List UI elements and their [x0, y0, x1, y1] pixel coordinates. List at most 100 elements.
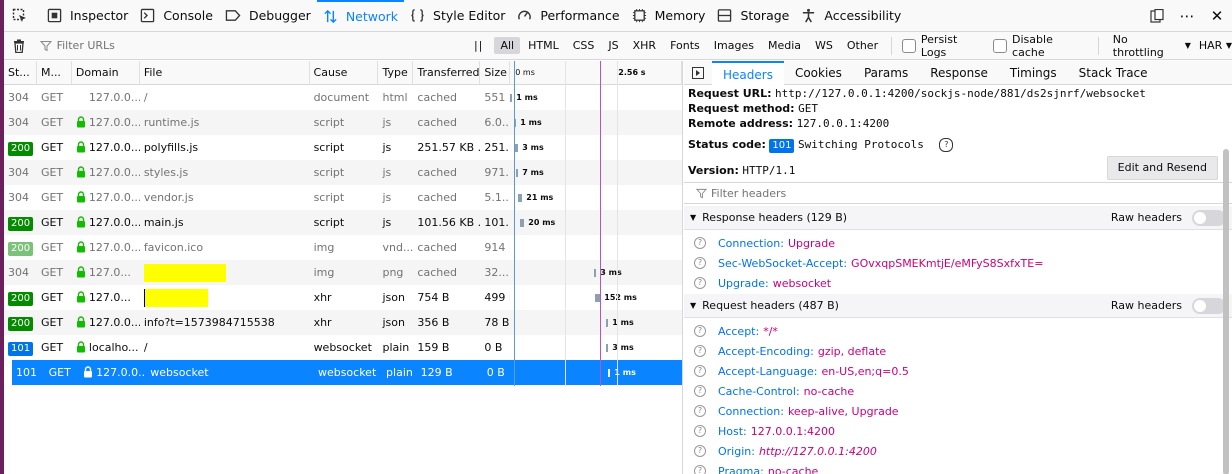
filter-type-images[interactable]: Images — [708, 37, 760, 54]
request-row[interactable]: 304 GET 127.0.0... vendor.js script js cached 5… — [4, 185, 682, 210]
waterfall-gridline — [565, 61, 566, 386]
filter-urls-input[interactable]: Filter URLs — [34, 35, 464, 57]
help-icon[interactable]: ? — [694, 425, 706, 437]
help-icon[interactable]: ? — [694, 465, 706, 474]
filter-headers-input[interactable]: Filter headers — [684, 182, 1232, 204]
persist-logs-checkbox[interactable]: Persist Logs — [902, 33, 985, 59]
transferred-cell-text: 129 B — [420, 366, 453, 379]
header-row[interactable]: ? Origin: http://127.0.0.1:4200 — [694, 441, 877, 461]
header-row[interactable]: ? Accept: */* — [694, 321, 778, 341]
clear-requests-button[interactable] — [4, 39, 34, 53]
request-row[interactable]: 200 GET 127.0.0... polyfills.js script js 251.… — [4, 135, 682, 160]
method-cell: GET — [37, 260, 72, 285]
help-icon[interactable]: ? — [694, 445, 706, 457]
tab-storage[interactable]: Storage — [711, 0, 795, 32]
filter-type-js[interactable]: JS — [602, 37, 624, 54]
header-row[interactable]: ? Host: 127.0.0.1:4200 — [694, 421, 835, 441]
help-icon[interactable]: ? — [694, 365, 706, 377]
details-tab-params[interactable]: Params — [853, 61, 919, 85]
request-url-label: Request URL: — [688, 87, 772, 100]
scrollbar-thumb[interactable] — [1223, 149, 1229, 474]
status-code-line: Status code: 101 Switching Protocols ? — [684, 136, 1232, 154]
pause-icon[interactable]: || — [464, 39, 494, 52]
header-row[interactable]: ? Sec-WebSocket-Accept: GOvxqpSMEKmtjE/eMF… — [694, 253, 1043, 273]
request-row[interactable]: 304 GET 127.0.0.../ document html cached 551 B… — [4, 85, 682, 110]
throttling-select[interactable]: No throttling ▼ — [1113, 33, 1191, 59]
column-header[interactable]: Type — [378, 61, 414, 85]
header-row[interactable]: ? Pragma: no-cache — [694, 461, 818, 474]
cause-cell: script — [310, 210, 379, 235]
help-icon[interactable]: ? — [694, 237, 706, 249]
method-cell: GET — [37, 185, 72, 210]
size-cell-text: 0 B — [484, 341, 503, 354]
help-icon[interactable]: ? — [694, 257, 706, 269]
help-icon[interactable]: ? — [694, 385, 706, 397]
request-row[interactable]: 200 GET 127.0... xhr json 754 B 499 B 152 ms — [4, 285, 682, 310]
close-icon[interactable]: ✕ — [1202, 7, 1232, 25]
details-tab-cookies[interactable]: Cookies — [784, 61, 853, 85]
header-row[interactable]: ? Connection: Upgrade — [694, 233, 835, 253]
header-row[interactable]: ? Connection: keep-alive, Upgrade — [694, 401, 899, 421]
help-icon[interactable]: ? — [694, 345, 706, 357]
request-headers-section[interactable]: ▼ Request headers (487 B) Raw headers — [684, 294, 1232, 318]
details-tab-headers[interactable]: Headers — [712, 61, 784, 85]
tab-style-editor[interactable]: Style Editor — [404, 0, 511, 32]
scrollbar[interactable] — [1220, 147, 1232, 474]
header-row[interactable]: ? Cache-Control: no-cache — [694, 381, 854, 401]
filter-type-other[interactable]: Other — [841, 37, 884, 54]
help-icon[interactable]: ? — [694, 277, 706, 289]
column-header[interactable]: St... — [4, 61, 37, 85]
tab-memory[interactable]: Memory — [626, 0, 712, 32]
request-row[interactable]: 200 GET 127.0.0... info?t=1573984715538 xhr j… — [4, 310, 682, 335]
request-row[interactable]: 304 GET 127.0.0... runtime.js script js cached… — [4, 110, 682, 135]
header-row[interactable]: ? Accept-Encoding: gzip, deflate — [694, 341, 886, 361]
filter-type-xhr[interactable]: XHR — [627, 37, 662, 54]
more-options-icon[interactable]: ⋯ — [1172, 7, 1202, 25]
details-tab-response[interactable]: Response — [919, 61, 999, 85]
dock-icon[interactable] — [1142, 9, 1172, 23]
tab-debugger[interactable]: Debugger — [219, 0, 317, 32]
edit-and-resend-button[interactable]: Edit and Resend — [1106, 156, 1218, 180]
help-icon[interactable]: ? — [694, 405, 706, 417]
har-menu[interactable]: HAR ▼ — [1199, 39, 1232, 52]
console-icon — [140, 8, 160, 23]
response-headers-section[interactable]: ▼ Response headers (129 B) Raw headers — [684, 206, 1232, 230]
tab-accessibility[interactable]: Accessibility — [795, 0, 907, 32]
toggle-sidebar-icon[interactable] — [684, 66, 712, 79]
request-row[interactable]: 304 GET 127.0... img png cached 32.... 3 ms — [4, 260, 682, 285]
header-row[interactable]: ? Accept-Language: en-US,en;q=0.5 — [694, 361, 909, 381]
element-picker-button[interactable] — [4, 0, 41, 32]
request-row[interactable]: 304 GET 127.0.0... styles.js script js cached 9… — [4, 160, 682, 185]
column-header[interactable]: M... — [37, 61, 72, 85]
column-header[interactable]: Cause — [310, 61, 379, 85]
help-icon[interactable]: ? — [939, 138, 954, 152]
tab-label: Accessibility — [824, 8, 902, 23]
header-row[interactable]: ? Upgrade: websocket — [694, 273, 831, 293]
filter-type-media[interactable]: Media — [762, 37, 807, 54]
help-icon[interactable]: ? — [694, 325, 706, 337]
filter-type-css[interactable]: CSS — [567, 37, 601, 54]
chevron-down-icon: ▼ — [1184, 41, 1191, 50]
tab-console[interactable]: Console — [134, 0, 219, 32]
waterfall-header[interactable]: 0 ms 2.56 s — [510, 61, 682, 85]
size-cell-text: 914 B — [484, 241, 510, 254]
filter-type-ws[interactable]: WS — [809, 37, 839, 54]
column-header[interactable]: Size — [480, 61, 511, 85]
details-tab-timings[interactable]: Timings — [999, 61, 1068, 85]
details-tab-stack-trace[interactable]: Stack Trace — [1068, 61, 1159, 85]
column-header[interactable]: Domain — [72, 61, 140, 85]
size-cell: 101... — [480, 210, 510, 235]
column-header[interactable]: File — [140, 61, 310, 85]
tab-inspector[interactable]: Inspector — [41, 0, 134, 32]
request-row[interactable]: 200 GET 127.0.0... favicon.ico img vnd... cach… — [4, 235, 682, 260]
request-row[interactable]: 101 GET 127.0.0... websocket websocket plain 1… — [12, 360, 682, 385]
tab-performance[interactable]: Performance — [511, 0, 625, 32]
request-row[interactable]: 101 GET localho... / websocket plain 159 B 0 B 3… — [4, 335, 682, 360]
column-header[interactable]: Transferred — [413, 61, 481, 85]
filter-type-all[interactable]: All — [494, 37, 521, 54]
tab-network[interactable]: Network — [316, 0, 405, 32]
filter-type-html[interactable]: HTML — [522, 37, 565, 54]
filter-type-fonts[interactable]: Fonts — [664, 37, 706, 54]
request-row[interactable]: 200 GET 127.0.0... main.js script js 101.56 KB… — [4, 210, 682, 235]
disable-cache-checkbox[interactable]: Disable cache — [993, 33, 1088, 59]
